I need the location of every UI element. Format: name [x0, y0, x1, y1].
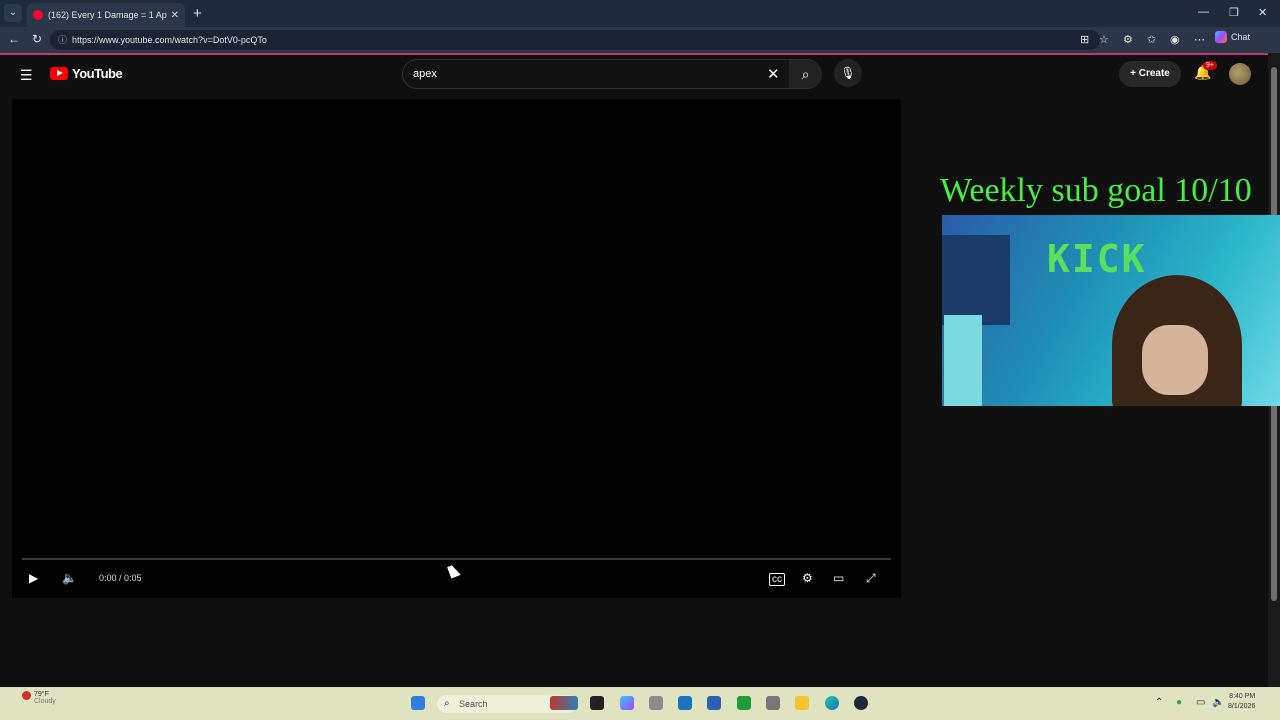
speaker-icon[interactable]: 🔈	[1212, 697, 1224, 708]
captions-icon[interactable]: cc	[769, 573, 785, 586]
taskbar-search-placeholder: Search	[459, 699, 488, 709]
site-info-icon[interactable]: ⓘ	[58, 30, 67, 50]
xbox-icon[interactable]	[737, 696, 751, 710]
tray-app-icon[interactable]: ●	[1176, 697, 1182, 708]
time-display: 0:00 / 0:05	[99, 573, 142, 583]
progress-bar[interactable]	[22, 558, 891, 560]
temperature: 79°F	[34, 691, 49, 698]
start-icon[interactable]	[411, 696, 425, 710]
youtube-logo-text: YouTube	[72, 66, 123, 81]
webcam-shelf	[942, 235, 1010, 325]
clock-time: 8:40 PM	[1229, 693, 1256, 700]
extensions-icon[interactable]: ⚙	[1123, 33, 1133, 46]
search-highlight-icon	[550, 696, 578, 710]
theater-mode-icon[interactable]: ▭	[833, 571, 844, 585]
mouse-cursor-icon	[447, 563, 461, 579]
windows-taskbar: 79°F Cloudy ⌕ Search ⌃ ● ▭ 🔈 8:40 PM 8/1…	[0, 687, 1280, 720]
search-icon: ⌕	[444, 698, 450, 709]
search-input[interactable]: apex	[413, 68, 437, 80]
youtube-play-icon	[50, 67, 68, 80]
app-available-icon[interactable]: ⊞	[1080, 33, 1089, 46]
weather-widget[interactable]: 79°F Cloudy	[22, 691, 56, 705]
system-clock[interactable]: 8:40 PM 8/1/2026	[1228, 692, 1255, 712]
edge-icon[interactable]	[825, 696, 839, 710]
close-window-icon[interactable]: ✕	[1258, 6, 1267, 19]
video-player[interactable]: ▶ 🔈 0:00 / 0:05 cc ⚙ ▭ ⤢	[12, 99, 901, 598]
notifications-badge: 9+	[1203, 61, 1217, 70]
search-box: apex ✕ ⌕	[402, 59, 822, 89]
steam-icon[interactable]	[854, 696, 868, 710]
favorites-icon[interactable]: ✩	[1147, 33, 1156, 46]
settings-gear-icon[interactable]: ⚙	[802, 571, 813, 585]
clock-date: 8/1/2026	[1228, 703, 1256, 710]
webcam-overlay: KICK	[942, 215, 1280, 406]
minimize-icon[interactable]: —	[1198, 6, 1209, 18]
profile-icon[interactable]: ◉	[1170, 33, 1180, 46]
browser-tab[interactable]: (162) Every 1 Damage = 1 Apex Co ✕	[27, 3, 185, 27]
restore-icon[interactable]: ❐	[1229, 6, 1239, 19]
copilot-chat-button[interactable]: Chat	[1215, 31, 1250, 43]
copilot-taskbar-icon[interactable]	[620, 696, 634, 710]
url-text: https://www.youtube.com/watch?v=DotV0-pc…	[72, 35, 267, 45]
youtube-header: ☰ YouTube apex ✕ ⌕ 🎙 + Create 🔔 9+	[0, 53, 1268, 93]
voice-search-icon[interactable]: 🎙	[834, 59, 862, 87]
url-field[interactable]: ⓘ https://www.youtube.com/watch?v=DotV0-…	[50, 30, 1100, 50]
webcam-pc-case	[944, 315, 982, 406]
file-explorer-icon[interactable]	[795, 696, 809, 710]
weather-alert-icon	[22, 691, 31, 700]
app-s-icon[interactable]	[649, 696, 663, 710]
address-bar-row: ← ↻ ⓘ https://www.youtube.com/watch?v=Do…	[0, 27, 1280, 53]
volume-icon[interactable]: 🔈	[62, 571, 77, 585]
search-button[interactable]: ⌕	[789, 60, 822, 88]
task-view-icon[interactable]	[590, 696, 604, 710]
clear-search-icon[interactable]: ✕	[767, 65, 780, 83]
create-label: Create	[1138, 68, 1170, 79]
youtube-logo[interactable]: YouTube	[50, 66, 123, 81]
show-hidden-icons[interactable]: ⌃	[1155, 697, 1163, 708]
create-button[interactable]: + Create	[1119, 61, 1181, 87]
refresh-icon[interactable]: ↻	[32, 32, 42, 46]
new-tab-button[interactable]: +	[193, 5, 202, 22]
close-tab-icon[interactable]: ✕	[171, 10, 179, 21]
back-icon[interactable]: ←	[8, 32, 20, 46]
browser-tab-bar: ⌄ (162) Every 1 Damage = 1 Apex Co ✕ + —…	[0, 0, 1280, 27]
weather-condition: Cloudy	[34, 698, 56, 705]
guide-menu-icon[interactable]: ☰	[20, 67, 33, 84]
sub-goal-text: Weekly sub goal 10/10	[940, 172, 1252, 209]
favorite-star-icon[interactable]: ☆	[1099, 33, 1109, 46]
fullscreen-icon[interactable]: ⤢	[866, 571, 876, 586]
tab-actions-menu-button[interactable]: ⌄	[4, 4, 22, 22]
kick-sign: KICK	[1047, 237, 1147, 281]
account-avatar[interactable]	[1229, 63, 1251, 85]
play-icon[interactable]: ▶	[29, 571, 38, 585]
app-bug-icon[interactable]	[766, 696, 780, 710]
network-icon[interactable]: ▭	[1196, 697, 1205, 708]
copilot-icon	[1215, 31, 1227, 43]
outlook-icon[interactable]	[678, 696, 692, 710]
more-menu-icon[interactable]: ⋯	[1194, 33, 1205, 46]
streamer-face	[1142, 325, 1208, 395]
tab-title: (162) Every 1 Damage = 1 Apex Co	[48, 10, 167, 20]
store-icon[interactable]	[707, 696, 721, 710]
chat-label: Chat	[1231, 32, 1251, 42]
youtube-favicon-icon	[33, 10, 43, 20]
